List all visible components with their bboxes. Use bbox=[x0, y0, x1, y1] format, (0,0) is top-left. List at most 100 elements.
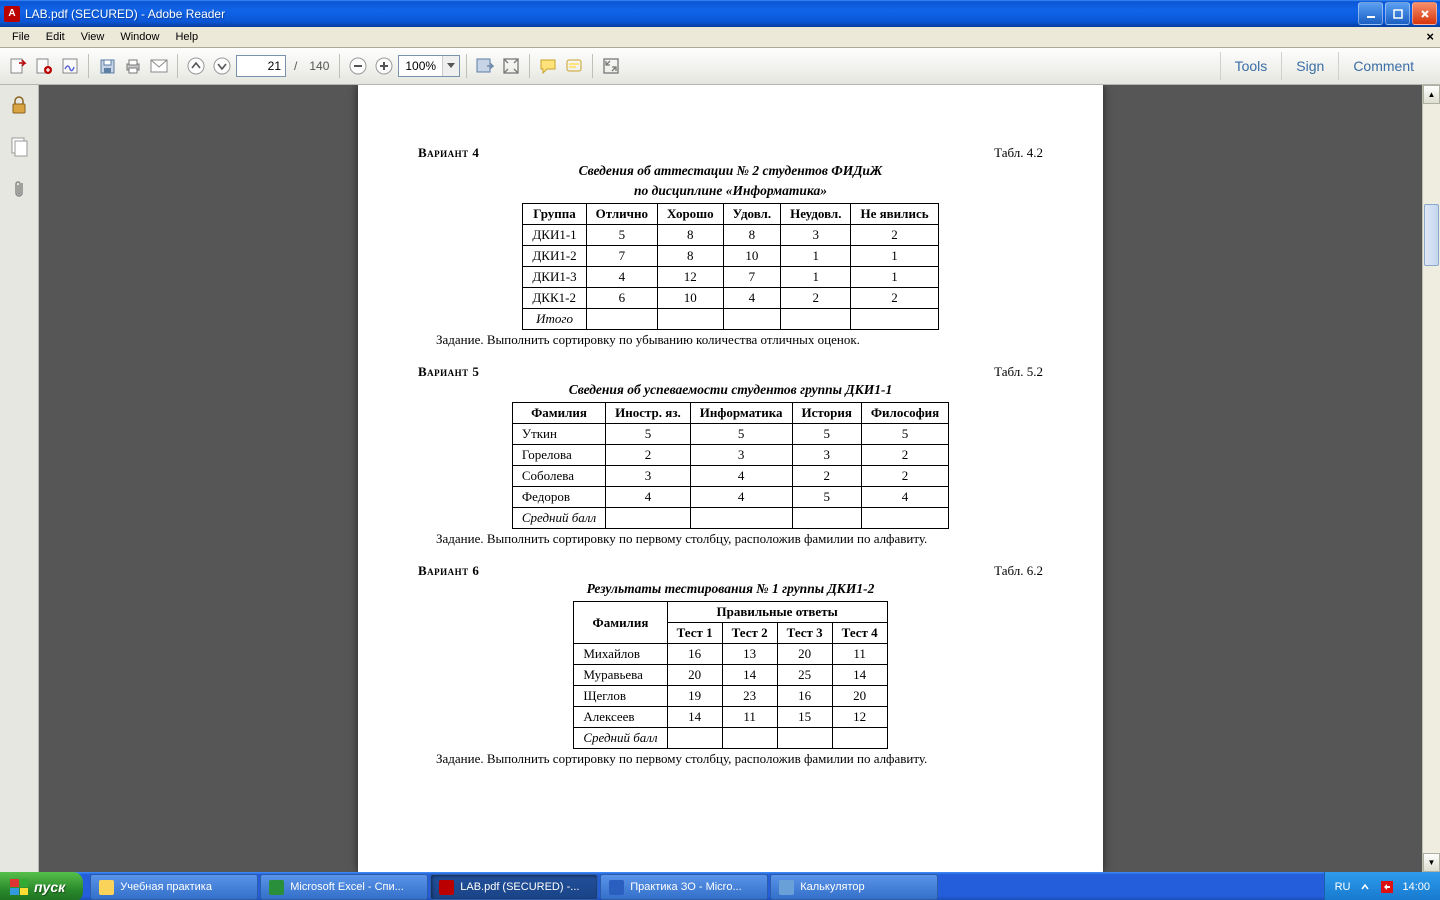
variant5-label: Вариант 5 bbox=[418, 364, 479, 379]
table-cell: 8 bbox=[723, 225, 780, 246]
window-minimize-button[interactable] bbox=[1358, 2, 1383, 25]
table-cell: 2 bbox=[851, 225, 938, 246]
page-total: 140 bbox=[309, 59, 329, 73]
document-viewport[interactable]: Вариант 4 Табл. 4.2 Сведения об аттестац… bbox=[39, 85, 1422, 872]
start-button[interactable]: пуск bbox=[0, 872, 83, 900]
email-icon[interactable] bbox=[147, 54, 171, 78]
clock[interactable]: 14:00 bbox=[1402, 881, 1430, 893]
taskbar-item-label: Microsoft Excel - Спи... bbox=[290, 881, 404, 893]
table-header: История bbox=[792, 403, 861, 424]
variant6-table-ref: Табл. 6.2 bbox=[994, 563, 1043, 579]
table-cell: 3 bbox=[792, 445, 861, 466]
table-header: Удовл. bbox=[723, 204, 780, 225]
tray-expand-icon[interactable] bbox=[1358, 880, 1372, 894]
page-down-icon[interactable] bbox=[210, 54, 234, 78]
table-header: Тест 4 bbox=[832, 623, 887, 644]
table-cell: 7 bbox=[723, 267, 780, 288]
table-header: Философия bbox=[861, 403, 948, 424]
taskbar-item[interactable]: Калькулятор bbox=[770, 874, 938, 900]
vertical-scrollbar[interactable]: ▲ ▼ bbox=[1422, 85, 1440, 872]
table-cell: 3 bbox=[781, 225, 851, 246]
language-indicator[interactable]: RU bbox=[1335, 881, 1351, 893]
zoom-select[interactable]: 100% bbox=[398, 55, 460, 77]
scroll-down-icon[interactable]: ▼ bbox=[1423, 853, 1440, 872]
table-header: Хорошо bbox=[657, 204, 723, 225]
table-header: Информатика bbox=[690, 403, 792, 424]
variant4-title1: Сведения об аттестации № 2 студентов ФИД… bbox=[418, 163, 1043, 179]
taskbar-item-label: Учебная практика bbox=[120, 881, 212, 893]
page-up-icon[interactable] bbox=[184, 54, 208, 78]
table-footer: Средний балл bbox=[574, 728, 667, 749]
table-cell: 2 bbox=[792, 466, 861, 487]
highlight-icon[interactable] bbox=[562, 54, 586, 78]
table-cell: 4 bbox=[723, 288, 780, 309]
menu-file[interactable]: File bbox=[4, 29, 38, 45]
menu-window[interactable]: Window bbox=[112, 29, 167, 45]
pdf-icon bbox=[439, 880, 454, 895]
pdf-page: Вариант 4 Табл. 4.2 Сведения об аттестац… bbox=[358, 85, 1103, 872]
menubar: File Edit View Window Help × bbox=[0, 27, 1440, 48]
tools-link[interactable]: Tools bbox=[1220, 52, 1282, 80]
scroll-up-icon[interactable]: ▲ bbox=[1423, 85, 1440, 104]
scroll-track[interactable] bbox=[1423, 104, 1440, 853]
tray-kaspersky-icon[interactable] bbox=[1380, 880, 1394, 894]
window-maximize-button[interactable] bbox=[1385, 2, 1410, 25]
lock-icon[interactable] bbox=[9, 95, 29, 115]
folder-icon bbox=[99, 880, 114, 895]
thumbnails-icon[interactable] bbox=[9, 137, 29, 157]
table-cell: Горелова bbox=[512, 445, 605, 466]
table-cell: 1 bbox=[781, 267, 851, 288]
zoom-in-icon[interactable] bbox=[372, 54, 396, 78]
sign-link[interactable]: Sign bbox=[1281, 52, 1338, 80]
table-cell: 2 bbox=[861, 466, 948, 487]
window-close-button[interactable] bbox=[1412, 2, 1437, 25]
taskbar-item[interactable]: Учебная практика bbox=[90, 874, 258, 900]
table-cell: 19 bbox=[667, 686, 722, 707]
table-cell: Соболева bbox=[512, 466, 605, 487]
table-cell: 5 bbox=[586, 225, 657, 246]
scroll-thumb[interactable] bbox=[1424, 204, 1439, 266]
save-icon[interactable] bbox=[95, 54, 119, 78]
menu-help[interactable]: Help bbox=[167, 29, 206, 45]
table-cell: 4 bbox=[586, 267, 657, 288]
comment-icon[interactable] bbox=[536, 54, 560, 78]
snapshot-icon[interactable] bbox=[473, 54, 497, 78]
print-icon[interactable] bbox=[121, 54, 145, 78]
table-cell: 1 bbox=[851, 246, 938, 267]
window-titlebar: A LAB.pdf (SECURED) - Adobe Reader bbox=[0, 0, 1440, 27]
windows-logo-icon bbox=[10, 879, 28, 895]
table-cell: 8 bbox=[657, 246, 723, 267]
comment-link[interactable]: Comment bbox=[1338, 52, 1428, 80]
table-header: Фамилия bbox=[574, 602, 667, 644]
read-mode-icon[interactable] bbox=[599, 54, 623, 78]
fit-window-icon[interactable] bbox=[499, 54, 523, 78]
table-cell: 16 bbox=[667, 644, 722, 665]
page-number-input[interactable] bbox=[236, 55, 286, 77]
table-cell: Муравьева bbox=[574, 665, 667, 686]
variant5-task: Задание. Выполнить сортировку по первому… bbox=[418, 531, 1043, 547]
table-cell: 5 bbox=[792, 487, 861, 508]
create-pdf-icon[interactable] bbox=[32, 54, 56, 78]
document-close-button[interactable]: × bbox=[1426, 29, 1434, 44]
menu-view[interactable]: View bbox=[73, 29, 113, 45]
table-header: Тест 3 bbox=[777, 623, 832, 644]
start-label: пуск bbox=[34, 879, 65, 895]
taskbar-item[interactable]: Microsoft Excel - Спи... bbox=[260, 874, 428, 900]
taskbar-item-label: Практика ЗО - Micro... bbox=[630, 881, 741, 893]
taskbar-item-active[interactable]: LAB.pdf (SECURED) -... bbox=[430, 874, 598, 900]
table-cell: 4 bbox=[861, 487, 948, 508]
taskbar-item[interactable]: Практика ЗО - Micro... bbox=[600, 874, 768, 900]
zoom-out-icon[interactable] bbox=[346, 54, 370, 78]
system-tray: RU 14:00 bbox=[1324, 872, 1440, 900]
attachments-icon[interactable] bbox=[9, 179, 29, 199]
taskbar-item-label: LAB.pdf (SECURED) -... bbox=[460, 881, 579, 893]
menu-edit[interactable]: Edit bbox=[38, 29, 73, 45]
chevron-down-icon[interactable] bbox=[442, 56, 459, 76]
table-cell: 4 bbox=[690, 487, 792, 508]
sign-icon[interactable] bbox=[58, 54, 82, 78]
table-cell: 7 bbox=[586, 246, 657, 267]
table-cell: Федоров bbox=[512, 487, 605, 508]
variant5-title: Сведения об успеваемости студентов групп… bbox=[418, 382, 1043, 398]
table-cell: 25 bbox=[777, 665, 832, 686]
export-pdf-icon[interactable] bbox=[6, 54, 30, 78]
